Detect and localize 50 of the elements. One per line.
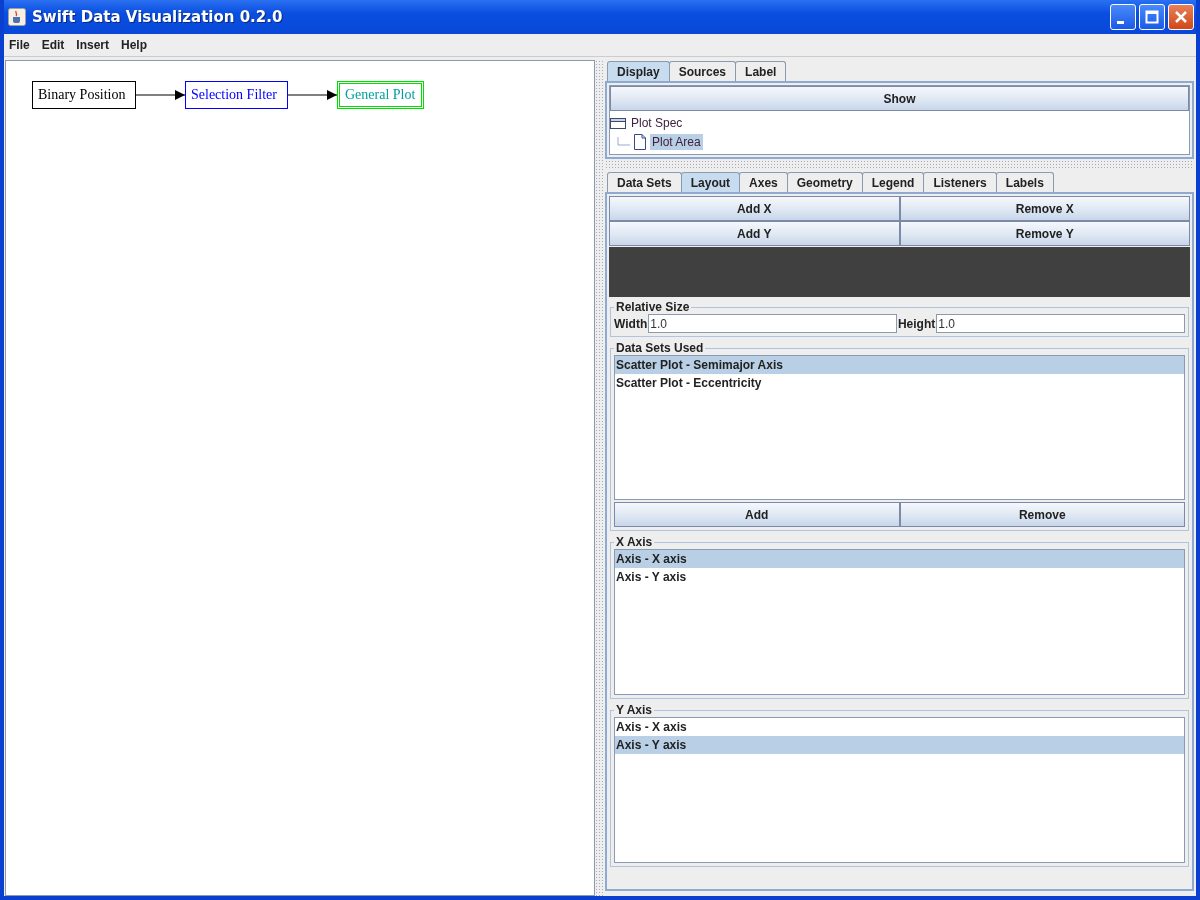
maximize-button[interactable] xyxy=(1139,4,1165,30)
tree-line-icon xyxy=(616,136,630,147)
show-button[interactable]: Show xyxy=(610,86,1189,111)
tree-item[interactable]: Plot Spec xyxy=(629,114,685,131)
tab[interactable]: Layout xyxy=(680,172,741,192)
group-title: Relative Size xyxy=(615,300,691,314)
close-icon xyxy=(1174,10,1188,24)
tab[interactable]: Display xyxy=(607,61,670,81)
tab[interactable]: Data Sets xyxy=(607,172,682,192)
maximize-icon xyxy=(1145,10,1159,24)
tab[interactable]: Geometry xyxy=(786,172,863,192)
height-field[interactable]: 1.0 xyxy=(936,314,1185,333)
menu-item[interactable]: File xyxy=(9,38,30,52)
list-item[interactable]: Axis - X axis xyxy=(615,550,1184,568)
axis-button[interactable]: Remove X xyxy=(899,196,1190,221)
field-label: Height xyxy=(897,316,936,331)
list-item[interactable]: Axis - Y axis xyxy=(615,736,1184,754)
group-title: X Axis xyxy=(615,535,654,549)
diagram-node[interactable]: Binary Position xyxy=(32,81,136,109)
splitter-handle[interactable] xyxy=(605,160,1194,170)
window-title: Swift Data Visualization 0.2.0 xyxy=(32,8,284,26)
splitter-handle[interactable] xyxy=(595,60,605,896)
menu-item[interactable]: Insert xyxy=(76,38,110,52)
width-field[interactable]: 1.0 xyxy=(648,314,897,333)
group-title: Y Axis xyxy=(615,703,654,717)
tab[interactable]: Legend xyxy=(861,172,925,192)
menu-item[interactable]: Help xyxy=(121,38,148,52)
axis-button[interactable]: Remove Y xyxy=(899,221,1190,246)
list-item[interactable]: Scatter Plot - Eccentricity xyxy=(615,374,1184,392)
connector-arrow xyxy=(136,90,185,100)
document-icon xyxy=(633,133,647,150)
minimize-icon xyxy=(1117,20,1124,24)
coffee-cup-icon xyxy=(8,8,26,26)
diagram-node[interactable]: Selection Filter xyxy=(185,81,288,109)
list-button[interactable]: Add xyxy=(614,502,900,527)
field-label: Width xyxy=(614,316,648,331)
minimize-button[interactable] xyxy=(1110,4,1136,30)
connector-arrow xyxy=(288,90,337,100)
list-item[interactable]: Scatter Plot - Semimajor Axis xyxy=(615,356,1184,374)
axis-button[interactable]: Add Y xyxy=(609,221,900,246)
tab[interactable]: Label xyxy=(735,61,787,81)
list-item[interactable]: Axis - X axis xyxy=(615,718,1184,736)
list-item[interactable]: Axis - Y axis xyxy=(615,568,1184,586)
tab[interactable]: Labels xyxy=(995,172,1054,192)
group-title: Data Sets Used xyxy=(615,341,705,355)
menu-item[interactable]: Edit xyxy=(41,38,65,52)
list-button[interactable]: Remove xyxy=(899,502,1185,527)
close-button[interactable] xyxy=(1168,4,1194,30)
tree-item[interactable]: Plot Area xyxy=(650,133,703,150)
axis-button[interactable]: Add X xyxy=(609,196,900,221)
